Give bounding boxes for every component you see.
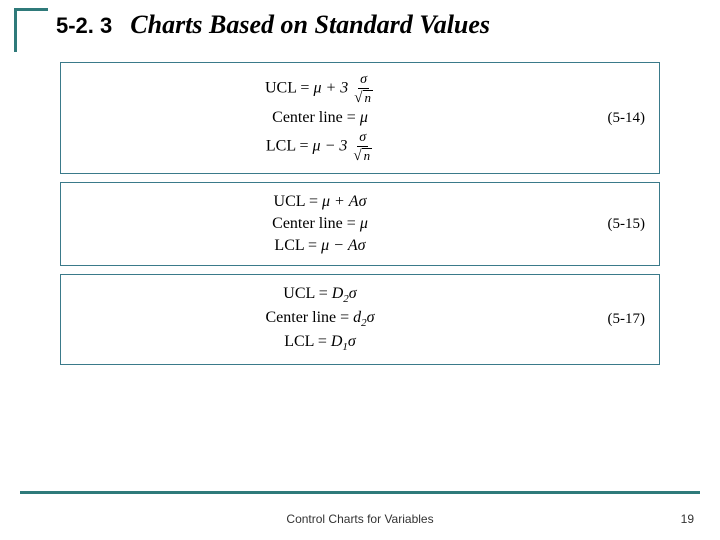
section-title: Charts Based on Standard Values xyxy=(130,10,490,40)
equations: UCL = μ + 3 σ √ n Center line = μ LC xyxy=(75,73,565,163)
sqrt-arg: n xyxy=(362,148,373,163)
center-rhs: μ xyxy=(360,109,368,126)
sqrt-arg: n xyxy=(363,90,374,105)
ucl-line: UCL = μ + 3 σ √ n xyxy=(265,73,375,105)
center-rhs: d2σ xyxy=(353,309,374,326)
header: 5-2. 3 Charts Based on Standard Values xyxy=(0,0,720,52)
equation-ref: (5-15) xyxy=(565,216,645,233)
ucl-rhs-pre: μ + 3 xyxy=(313,80,348,97)
footer-rule xyxy=(20,491,700,494)
radical-icon: √ xyxy=(354,91,362,106)
center-line: Center line = d2σ xyxy=(265,309,374,329)
lcl-label: LCL xyxy=(274,237,304,254)
center-line: Center line = μ xyxy=(272,109,368,127)
radical-icon: √ xyxy=(353,149,361,164)
center-rhs: μ xyxy=(360,215,368,232)
sqrt: √ n xyxy=(354,90,373,105)
ucl-rhs: μ + Aσ xyxy=(322,193,367,210)
frac-top: σ xyxy=(357,131,368,147)
fraction-sigma-over-sqrt-n: σ √ n xyxy=(354,73,373,105)
fraction-sigma-over-sqrt-n: σ √ n xyxy=(353,131,372,163)
lcl-rhs: D1σ xyxy=(331,333,356,350)
ucl-line: UCL = μ + Aσ xyxy=(274,193,367,211)
equation-ref: (5-17) xyxy=(565,311,645,328)
lcl-rhs: μ − Aσ xyxy=(321,237,366,254)
center-label: Center line xyxy=(272,109,343,126)
frac-bot: √ n xyxy=(353,147,372,163)
lcl-line: LCL = μ − 3 σ √ n xyxy=(266,131,374,163)
lcl-rhs-pre: μ − 3 xyxy=(313,138,348,155)
heading: 5-2. 3 Charts Based on Standard Values xyxy=(56,8,490,40)
lcl-line: LCL = μ − Aσ xyxy=(274,237,365,255)
ucl-line: UCL = D2σ xyxy=(283,285,356,305)
ucl-label: UCL xyxy=(265,80,296,97)
page-number: 19 xyxy=(654,512,694,526)
ucl-label: UCL xyxy=(274,193,305,210)
ucl-rhs: D2σ xyxy=(332,285,357,302)
lcl-label: LCL xyxy=(266,138,296,155)
footer: Control Charts for Variables 19 xyxy=(0,512,720,526)
equations: UCL = μ + Aσ Center line = μ LCL = μ − A… xyxy=(75,193,565,255)
center-label: Center line xyxy=(272,215,343,232)
sqrt: √ n xyxy=(353,148,372,163)
center-label: Center line xyxy=(265,309,336,326)
equations: UCL = D2σ Center line = d2σ LCL = D1σ xyxy=(75,285,565,354)
ucl-label: UCL xyxy=(283,285,314,302)
corner-ornament xyxy=(14,8,48,52)
lcl-line: LCL = D1σ xyxy=(284,333,356,353)
section-number: 5-2. 3 xyxy=(56,13,112,39)
equation-box-5-15: UCL = μ + Aσ Center line = μ LCL = μ − A… xyxy=(60,182,660,266)
frac-top: σ xyxy=(358,73,369,89)
center-line: Center line = μ xyxy=(272,215,368,233)
equation-ref: (5-14) xyxy=(565,110,645,127)
frac-bot: √ n xyxy=(354,89,373,105)
content: UCL = μ + 3 σ √ n Center line = μ LC xyxy=(0,52,720,365)
equation-box-5-14: UCL = μ + 3 σ √ n Center line = μ LC xyxy=(60,62,660,174)
footer-text: Control Charts for Variables xyxy=(66,512,654,526)
lcl-label: LCL xyxy=(284,333,314,350)
equation-box-5-17: UCL = D2σ Center line = d2σ LCL = D1σ (5… xyxy=(60,274,660,365)
